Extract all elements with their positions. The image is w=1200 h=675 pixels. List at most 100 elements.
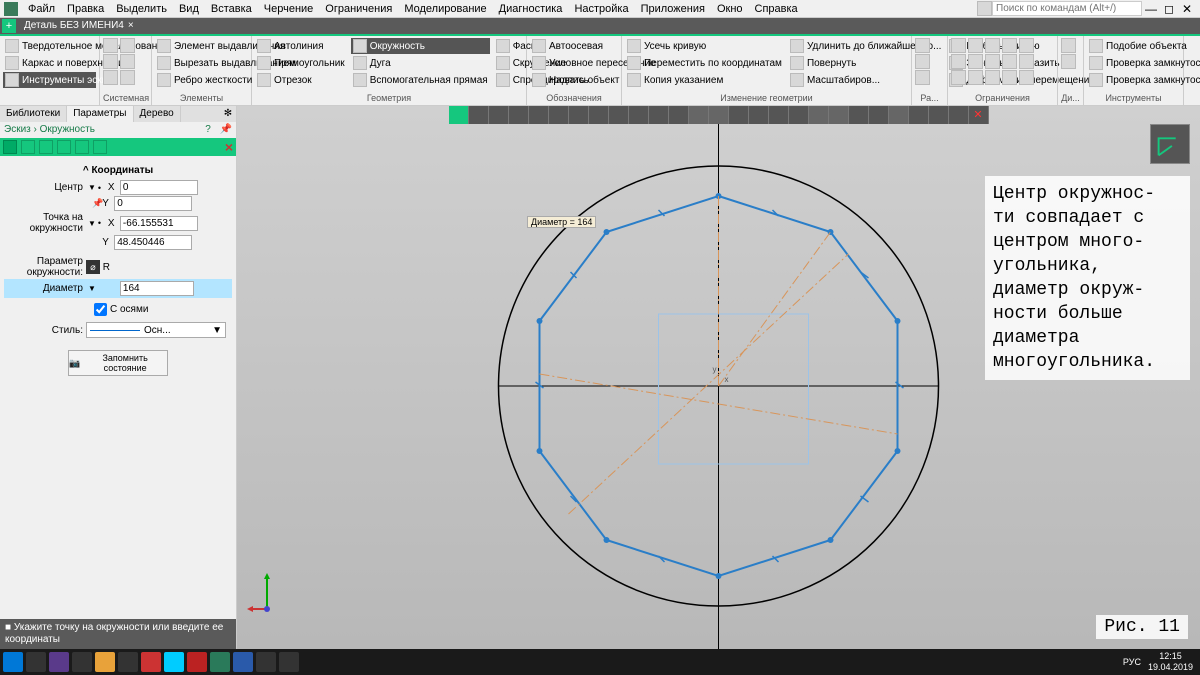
ribbon-item[interactable]: Копия указанием bbox=[625, 72, 784, 88]
canvas-tool-icon[interactable] bbox=[689, 106, 709, 124]
canvas-tool-icon[interactable] bbox=[869, 106, 889, 124]
menu-item[interactable]: Моделирование bbox=[398, 3, 492, 15]
maximize-button[interactable]: ◻ bbox=[1160, 2, 1178, 16]
tray-icon[interactable] bbox=[1106, 655, 1120, 669]
tray-icon[interactable] bbox=[783, 655, 797, 669]
ribbon-item-rectangle[interactable]: Прямоугольник bbox=[255, 55, 347, 71]
taskbar-app-icon[interactable] bbox=[210, 652, 230, 672]
ribbon-item[interactable]: Подобие объекта bbox=[1087, 38, 1180, 54]
center-y-input[interactable] bbox=[114, 196, 192, 211]
side-tab-libraries[interactable]: Библиотеки bbox=[0, 106, 67, 122]
canvas-tool-icon[interactable] bbox=[929, 106, 949, 124]
tray-icon[interactable] bbox=[715, 655, 729, 669]
circle-mode-icon[interactable] bbox=[75, 140, 89, 154]
canvas-tool-icon[interactable] bbox=[769, 106, 789, 124]
menu-item[interactable]: Выделить bbox=[110, 3, 173, 15]
ribbon-item[interactable]: Вырезать выдавливанием bbox=[155, 55, 248, 71]
document-tab[interactable]: Деталь БЕЗ ИМЕНИ4 × bbox=[16, 18, 142, 34]
canvas-tool-icon[interactable] bbox=[629, 106, 649, 124]
layout-icon[interactable] bbox=[977, 1, 992, 16]
circle-mode-icon[interactable] bbox=[39, 140, 53, 154]
ribbon-item[interactable]: Проверка замкнутос... bbox=[1087, 72, 1180, 88]
tool-icon[interactable] bbox=[1061, 54, 1076, 69]
pin-icon[interactable]: 📌 bbox=[220, 122, 232, 138]
tray-icon[interactable] bbox=[936, 655, 950, 669]
constraint-icon[interactable] bbox=[968, 38, 983, 53]
tool-icon[interactable] bbox=[103, 54, 118, 69]
remember-state-button[interactable]: 📷 Запомнить состояние bbox=[68, 350, 168, 376]
menu-item[interactable]: Справка bbox=[749, 3, 804, 15]
canvas-tool-icon[interactable] bbox=[729, 106, 749, 124]
tool-icon[interactable] bbox=[103, 70, 118, 85]
canvas-tool-icon[interactable] bbox=[789, 106, 809, 124]
taskbar-app-icon[interactable] bbox=[95, 652, 115, 672]
ribbon-item-autoline[interactable]: Автолиния bbox=[255, 38, 347, 54]
canvas-tool-icon[interactable] bbox=[809, 106, 829, 124]
tool-icon[interactable] bbox=[120, 70, 135, 85]
canvas-tool-icon[interactable] bbox=[909, 106, 929, 124]
ribbon-item[interactable]: Автоосевая bbox=[530, 38, 618, 54]
taskbar-app-icon[interactable] bbox=[256, 652, 276, 672]
side-tab-parameters[interactable]: Параметры bbox=[67, 106, 133, 122]
view-orientation-icon[interactable] bbox=[1150, 124, 1190, 164]
taskbar-app-icon[interactable] bbox=[141, 652, 161, 672]
taskbar-app-icon[interactable] bbox=[279, 652, 299, 672]
tray-icon[interactable] bbox=[749, 655, 763, 669]
menu-item[interactable]: Приложения bbox=[635, 3, 711, 15]
help-icon[interactable]: ? bbox=[205, 122, 211, 138]
taskbar-app-icon[interactable] bbox=[164, 652, 184, 672]
minimize-button[interactable]: — bbox=[1142, 2, 1160, 16]
constraint-icon[interactable] bbox=[1019, 54, 1034, 69]
ribbon-item-sketch-tools[interactable]: Инструменты эскиза bbox=[3, 72, 96, 88]
tray-icon[interactable] bbox=[817, 655, 831, 669]
tray-icon[interactable] bbox=[885, 655, 899, 669]
menu-item[interactable]: Черчение bbox=[258, 3, 320, 15]
menu-item[interactable]: Файл bbox=[22, 3, 61, 15]
canvas-tool-icon[interactable] bbox=[469, 106, 489, 124]
tray-icon[interactable] bbox=[868, 655, 882, 669]
menu-item[interactable]: Окно bbox=[711, 3, 749, 15]
tray-icon[interactable] bbox=[681, 655, 695, 669]
tray-icon[interactable] bbox=[919, 655, 933, 669]
taskbar-app-icon[interactable] bbox=[49, 652, 69, 672]
ribbon-item[interactable]: Переместить по координатам bbox=[625, 55, 784, 71]
canvas-tool-icon[interactable] bbox=[589, 106, 609, 124]
ribbon-item[interactable]: Твердотельное моделирование bbox=[3, 38, 96, 54]
ribbon-item-circle[interactable]: Окружность bbox=[351, 38, 490, 54]
ribbon-item[interactable]: Каркас и поверхности bbox=[3, 55, 96, 71]
new-tab-button[interactable]: + bbox=[2, 19, 16, 33]
drawing-canvas[interactable]: ✕ bbox=[237, 106, 1200, 649]
canvas-tool-icon[interactable] bbox=[529, 106, 549, 124]
diameter-icon[interactable]: ⌀ bbox=[86, 260, 100, 274]
center-x-input[interactable] bbox=[120, 180, 198, 195]
close-panel-icon[interactable]: × bbox=[225, 139, 233, 155]
tray-icon[interactable] bbox=[851, 655, 865, 669]
tray-icon[interactable] bbox=[732, 655, 746, 669]
ribbon-item-arc[interactable]: Дуга bbox=[351, 55, 490, 71]
canvas-tool-icon[interactable] bbox=[489, 106, 509, 124]
axes-checkbox[interactable] bbox=[94, 303, 107, 316]
taskbar-app-icon[interactable] bbox=[118, 652, 138, 672]
start-button[interactable] bbox=[3, 652, 23, 672]
tool-icon[interactable] bbox=[120, 54, 135, 69]
tray-icon[interactable] bbox=[953, 655, 967, 669]
circle-mode-icon[interactable] bbox=[3, 140, 17, 154]
constraint-icon[interactable] bbox=[985, 70, 1000, 85]
ribbon-item[interactable]: Надпись bbox=[530, 72, 618, 88]
menu-item[interactable]: Правка bbox=[61, 3, 110, 15]
canvas-tool-icon[interactable] bbox=[449, 106, 469, 124]
canvas-tool-icon[interactable] bbox=[509, 106, 529, 124]
tool-icon[interactable] bbox=[1061, 38, 1076, 53]
tray-icon[interactable] bbox=[1004, 655, 1018, 669]
tray-icon[interactable] bbox=[664, 655, 678, 669]
canvas-tool-icon[interactable] bbox=[669, 106, 689, 124]
gear-icon[interactable]: ✻ bbox=[220, 106, 236, 122]
tray-icon[interactable] bbox=[1089, 655, 1103, 669]
point-y-input[interactable] bbox=[114, 235, 192, 250]
constraint-icon[interactable] bbox=[1002, 54, 1017, 69]
constraint-icon[interactable] bbox=[1019, 70, 1034, 85]
ribbon-item-auxline[interactable]: Вспомогательная прямая bbox=[351, 72, 490, 88]
taskbar-app-icon[interactable] bbox=[26, 652, 46, 672]
tray-icon[interactable] bbox=[766, 655, 780, 669]
side-tab-tree[interactable]: Дерево bbox=[134, 106, 181, 122]
